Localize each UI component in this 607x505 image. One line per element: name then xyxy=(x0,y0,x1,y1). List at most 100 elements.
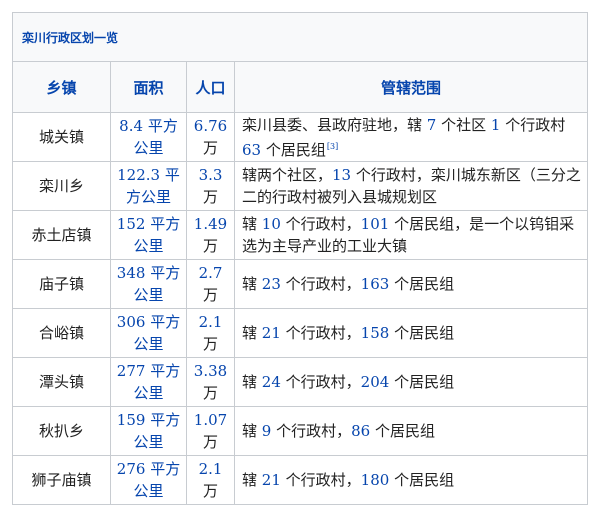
jurisdiction-description: 辖 10 个行政村，101 个居民组，是一个以钨钼采选为主导产业的工业大镇 xyxy=(233,210,589,260)
table-header-row: 乡镇 面积 人口 管辖范围 xyxy=(12,61,589,113)
township-name: 庙子镇 xyxy=(12,259,111,309)
township-name: 狮子庙镇 xyxy=(12,455,111,505)
area-value: 306 平方公里 xyxy=(110,308,187,358)
description-text: 个居民组 xyxy=(261,140,326,159)
population-unit: 万 xyxy=(202,139,218,157)
description-text: 个居民组 xyxy=(389,373,455,391)
description-text: 个社区 xyxy=(436,115,491,134)
area-number: 306 xyxy=(116,313,146,331)
population-unit: 万 xyxy=(202,433,218,451)
table-row: 秋扒乡 159 平方公里 1.07 万辖 9 个行政村，86 个居民组 xyxy=(12,406,589,456)
description-text: 辖 xyxy=(242,471,262,489)
count-number: 158 xyxy=(360,324,390,342)
area-number: 152 xyxy=(116,215,146,233)
population-number: 3.38 xyxy=(193,362,228,380)
population-value: 1.07 万 xyxy=(186,406,235,456)
description-text: 辖 xyxy=(242,373,262,391)
count-number: 23 xyxy=(261,275,281,293)
township-name: 合峪镇 xyxy=(12,308,111,358)
header-area: 面积 xyxy=(110,61,187,113)
description-text: 个行政村， xyxy=(280,324,361,342)
description-text: 个行政村， xyxy=(280,373,361,391)
count-number: 204 xyxy=(360,373,390,391)
area-number: 277 xyxy=(116,362,146,380)
count-number: 13 xyxy=(332,166,352,184)
description-text: 个行政村， xyxy=(280,471,361,489)
population-number: 1.07 xyxy=(193,411,228,429)
township-name: 秋扒乡 xyxy=(12,406,111,456)
population-number: 1.49 xyxy=(193,215,228,233)
description-text: 栾川县委、县政府驻地，辖 xyxy=(242,115,427,134)
description-text: 个居民组 xyxy=(389,324,455,342)
count-number: 63 xyxy=(242,140,262,159)
population-unit: 万 xyxy=(202,188,218,206)
administrative-division-table: 栾川行政区划一览 乡镇 面积 人口 管辖范围 城关镇 8.4 平方公里 6.76 万栾… xyxy=(11,12,589,505)
jurisdiction-description: 辖两个社区，13 个行政村，栾川城东新区（三分之二的行政村被列入县城规划区 xyxy=(233,161,589,211)
population-unit: 万 xyxy=(202,482,218,500)
area-value: 8.4 平方公里 xyxy=(110,112,187,162)
count-number: 21 xyxy=(261,471,281,489)
citation-link[interactable]: [3] xyxy=(327,142,338,151)
population-value: 3.38 万 xyxy=(186,357,235,407)
description-text: 辖两个社区， xyxy=(242,166,333,184)
area-value: 277 平方公里 xyxy=(110,357,187,407)
population-unit: 万 xyxy=(202,384,218,402)
header-jurisdiction: 管辖范围 xyxy=(233,61,589,113)
population-value: 6.76 万 xyxy=(186,112,235,162)
description-text: 个行政村， xyxy=(280,215,361,233)
jurisdiction-description: 辖 9 个行政村，86 个居民组 xyxy=(233,406,589,456)
table-row: 潭头镇 277 平方公里 3.38 万辖 24 个行政村，204 个居民组 xyxy=(12,357,589,407)
description-text: 个居民组 xyxy=(389,471,455,489)
description-text: 个居民组 xyxy=(370,422,435,440)
table-row: 城关镇 8.4 平方公里 6.76 万栾川县委、县政府驻地，辖 7 个社区 1 个行政… xyxy=(12,112,589,162)
population-unit: 万 xyxy=(202,335,218,353)
table-row: 合峪镇 306 平方公里 2.1 万辖 21 个行政村，158 个居民组 xyxy=(12,308,589,358)
description-text: 个行政村， xyxy=(280,275,361,293)
description-text: 个居民组 xyxy=(389,275,455,293)
township-name: 赤土店镇 xyxy=(12,210,111,260)
population-value: 2.1 万 xyxy=(186,308,235,358)
population-number: 3.3 xyxy=(198,166,223,184)
population-value: 2.7 万 xyxy=(186,259,235,309)
area-number: 122.3 xyxy=(117,166,161,184)
jurisdiction-description: 辖 21 个行政村，180 个居民组 xyxy=(233,455,589,505)
area-value: 276 平方公里 xyxy=(110,455,187,505)
division-table-container: 栾川行政区划一览 乡镇 面积 人口 管辖范围 城关镇 8.4 平方公里 6.76 万栾… xyxy=(11,12,589,505)
description-text: 辖 xyxy=(242,215,262,233)
population-value: 1.49 万 xyxy=(186,210,235,260)
table-row: 狮子庙镇 276 平方公里 2.1 万辖 21 个行政村，180 个居民组 xyxy=(12,455,589,505)
count-number: 101 xyxy=(360,215,390,233)
population-unit: 万 xyxy=(202,237,218,255)
header-population: 人口 xyxy=(186,61,235,113)
description-text: 辖 xyxy=(242,275,262,293)
area-number: 159 xyxy=(116,411,146,429)
table-row: 栾川乡 122.3 平方公里 3.3 万辖两个社区，13 个行政村，栾川城东新区（三分… xyxy=(12,161,589,211)
description-text: 辖 xyxy=(242,422,262,440)
population-value: 2.1 万 xyxy=(186,455,235,505)
area-value: 152 平方公里 xyxy=(110,210,187,260)
township-name: 潭头镇 xyxy=(12,357,111,407)
description-text: 个行政村， xyxy=(271,422,352,440)
area-value: 159 平方公里 xyxy=(110,406,187,456)
area-number: 276 xyxy=(116,460,146,478)
area-value: 348 平方公里 xyxy=(110,259,187,309)
count-number: 9 xyxy=(261,422,272,440)
population-number: 6.76 xyxy=(193,117,228,135)
population-value: 3.3 万 xyxy=(186,161,235,211)
table-row: 赤土店镇 152 平方公里 1.49 万辖 10 个行政村，101 个居民组，是一个以… xyxy=(12,210,589,260)
population-number: 2.7 xyxy=(198,264,223,282)
jurisdiction-description: 辖 24 个行政村，204 个居民组 xyxy=(233,357,589,407)
count-number: 180 xyxy=(360,471,390,489)
count-number: 10 xyxy=(261,215,281,233)
jurisdiction-description: 栾川县委、县政府驻地，辖 7 个社区 1 个行政村 63 个居民组[3] xyxy=(233,112,589,162)
area-number: 348 xyxy=(116,264,146,282)
count-number: 7 xyxy=(426,115,437,134)
jurisdiction-description: 辖 23 个行政村，163 个居民组 xyxy=(233,259,589,309)
area-value: 122.3 平方公里 xyxy=(110,161,187,211)
table-body: 城关镇 8.4 平方公里 6.76 万栾川县委、县政府驻地，辖 7 个社区 1 个行政… xyxy=(12,112,589,505)
table-caption: 栾川行政区划一览 xyxy=(11,12,589,62)
jurisdiction-description: 辖 21 个行政村，158 个居民组 xyxy=(233,308,589,358)
count-number: 1 xyxy=(490,115,501,134)
count-number: 21 xyxy=(261,324,281,342)
count-number: 86 xyxy=(351,422,371,440)
